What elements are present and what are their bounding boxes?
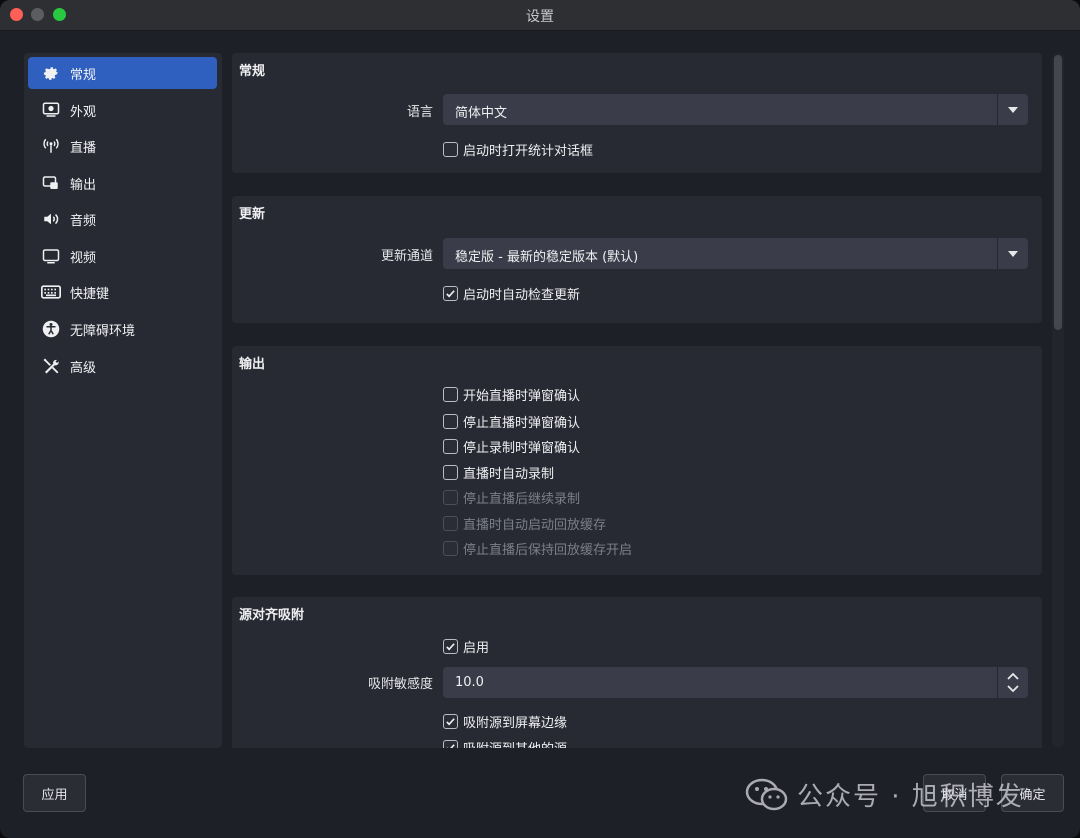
sidebar-item-label: 无障碍环境	[70, 323, 136, 339]
title-bar: 设置	[0, 0, 1080, 31]
snap-screen-edge-checkbox[interactable]: 吸附源到屏幕边缘	[443, 712, 567, 731]
vertical-scrollbar[interactable]	[1052, 53, 1064, 748]
gear-icon	[40, 62, 62, 84]
group-title: 常规	[239, 64, 266, 79]
sidebar-item-label: 输出	[70, 177, 97, 193]
checkbox-box	[443, 141, 458, 157]
sidebar-item-stream[interactable]: 直播	[28, 130, 217, 162]
sidebar-item-label: 高级	[70, 360, 97, 376]
update-channel-label: 更新通道	[380, 249, 433, 264]
spin-arrows[interactable]	[997, 667, 1028, 698]
output-group: 输出 开始直播时弹窗确认 停止直播时弹窗确认 停止录制时弹窗确认 直播时自动录制…	[232, 346, 1042, 575]
window-title: 设置	[526, 9, 554, 25]
chevron-down-icon	[997, 94, 1028, 125]
watermark-text: 公众号 · 旭积博发	[797, 782, 1024, 812]
appearance-icon	[40, 99, 62, 121]
group-title: 更新	[239, 207, 266, 222]
snapping-group: 源对齐吸附 启用 吸附敏感度 10.0 吸附源到屏幕边缘 吸附源到其他的源	[232, 597, 1042, 748]
settings-window: 设置 常规 外观 直播 输出 音频 视频 快捷键 无障碍环境 高级 常规 语言 …	[0, 0, 1080, 838]
sensitivity-label: 吸附敏感度	[367, 677, 433, 692]
language-label: 语言	[406, 105, 433, 120]
enable-snapping-checkbox[interactable]: 启用	[443, 637, 489, 656]
confirm-stop-stream-checkbox[interactable]: 停止直播时弹窗确认	[443, 412, 580, 431]
sidebar-item-audio[interactable]: 音频	[28, 203, 217, 235]
auto-record-checkbox[interactable]: 直播时自动录制	[443, 463, 554, 482]
watermark: 公众号 · 旭积博发	[745, 776, 1024, 813]
confirm-start-stream-checkbox[interactable]: 开始直播时弹窗确认	[443, 385, 580, 404]
output-icon	[40, 172, 62, 194]
sidebar-item-advanced[interactable]: 高级	[28, 350, 217, 382]
settings-content: 常规 语言 简体中文 启动时打开统计对话框 更新 更新通道 稳定版 - 最新的稳…	[232, 53, 1042, 748]
snap-other-sources-checkbox[interactable]: 吸附源到其他的源	[443, 738, 567, 748]
wechat-icon	[745, 778, 789, 812]
checkmark-icon	[443, 638, 458, 654]
broadcast-antenna-icon	[40, 135, 62, 157]
sidebar-item-appearance[interactable]: 外观	[28, 94, 217, 126]
tools-icon	[40, 355, 62, 377]
checkmark-icon	[443, 285, 458, 301]
keep-recording-checkbox: 停止直播后继续录制	[443, 488, 580, 507]
chevron-up-down-icon	[1007, 672, 1019, 693]
open-stats-checkbox[interactable]: 启动时打开统计对话框	[443, 140, 593, 159]
sidebar-item-label: 视频	[70, 250, 97, 266]
checkmark-icon	[443, 739, 458, 748]
monitor-icon	[40, 245, 62, 267]
sidebar-item-accessibility[interactable]: 无障碍环境	[28, 313, 217, 345]
language-select[interactable]: 简体中文	[443, 94, 1028, 125]
group-title: 输出	[239, 357, 266, 372]
sidebar-item-label: 外观	[70, 104, 97, 120]
scrollbar-thumb[interactable]	[1054, 55, 1062, 330]
sidebar-item-general[interactable]: 常规	[28, 57, 217, 89]
sidebar-item-output[interactable]: 输出	[28, 167, 217, 199]
checkmark-icon	[443, 713, 458, 729]
settings-sidebar: 常规 外观 直播 输出 音频 视频 快捷键 无障碍环境 高级	[24, 53, 222, 748]
update-channel-select[interactable]: 稳定版 - 最新的稳定版本 (默认)	[443, 238, 1028, 269]
chevron-down-icon	[997, 238, 1028, 269]
confirm-stop-record-checkbox[interactable]: 停止录制时弹窗确认	[443, 437, 580, 456]
sidebar-item-hotkeys[interactable]: 快捷键	[28, 276, 217, 308]
update-group: 更新 更新通道 稳定版 - 最新的稳定版本 (默认) 启动时自动检查更新	[232, 196, 1042, 323]
sensitivity-spinbox[interactable]: 10.0	[443, 667, 1028, 698]
accessibility-icon	[40, 318, 62, 340]
keep-replay-buffer-checkbox: 停止直播后保持回放缓存开启	[443, 539, 632, 558]
sidebar-item-video[interactable]: 视频	[28, 240, 217, 272]
sidebar-item-label: 音频	[70, 213, 97, 229]
speaker-icon	[40, 208, 62, 230]
auto-replay-buffer-checkbox: 直播时自动启动回放缓存	[443, 514, 606, 533]
keyboard-icon	[40, 281, 62, 303]
group-title: 源对齐吸附	[239, 608, 305, 623]
auto-check-updates-checkbox[interactable]: 启动时自动检查更新	[443, 284, 580, 303]
sidebar-item-label: 快捷键	[70, 286, 110, 302]
sidebar-item-label: 常规	[70, 67, 97, 83]
apply-button[interactable]: 应用	[23, 774, 86, 812]
general-group: 常规 语言 简体中文 启动时打开统计对话框	[232, 53, 1042, 173]
sidebar-item-label: 直播	[70, 140, 97, 156]
